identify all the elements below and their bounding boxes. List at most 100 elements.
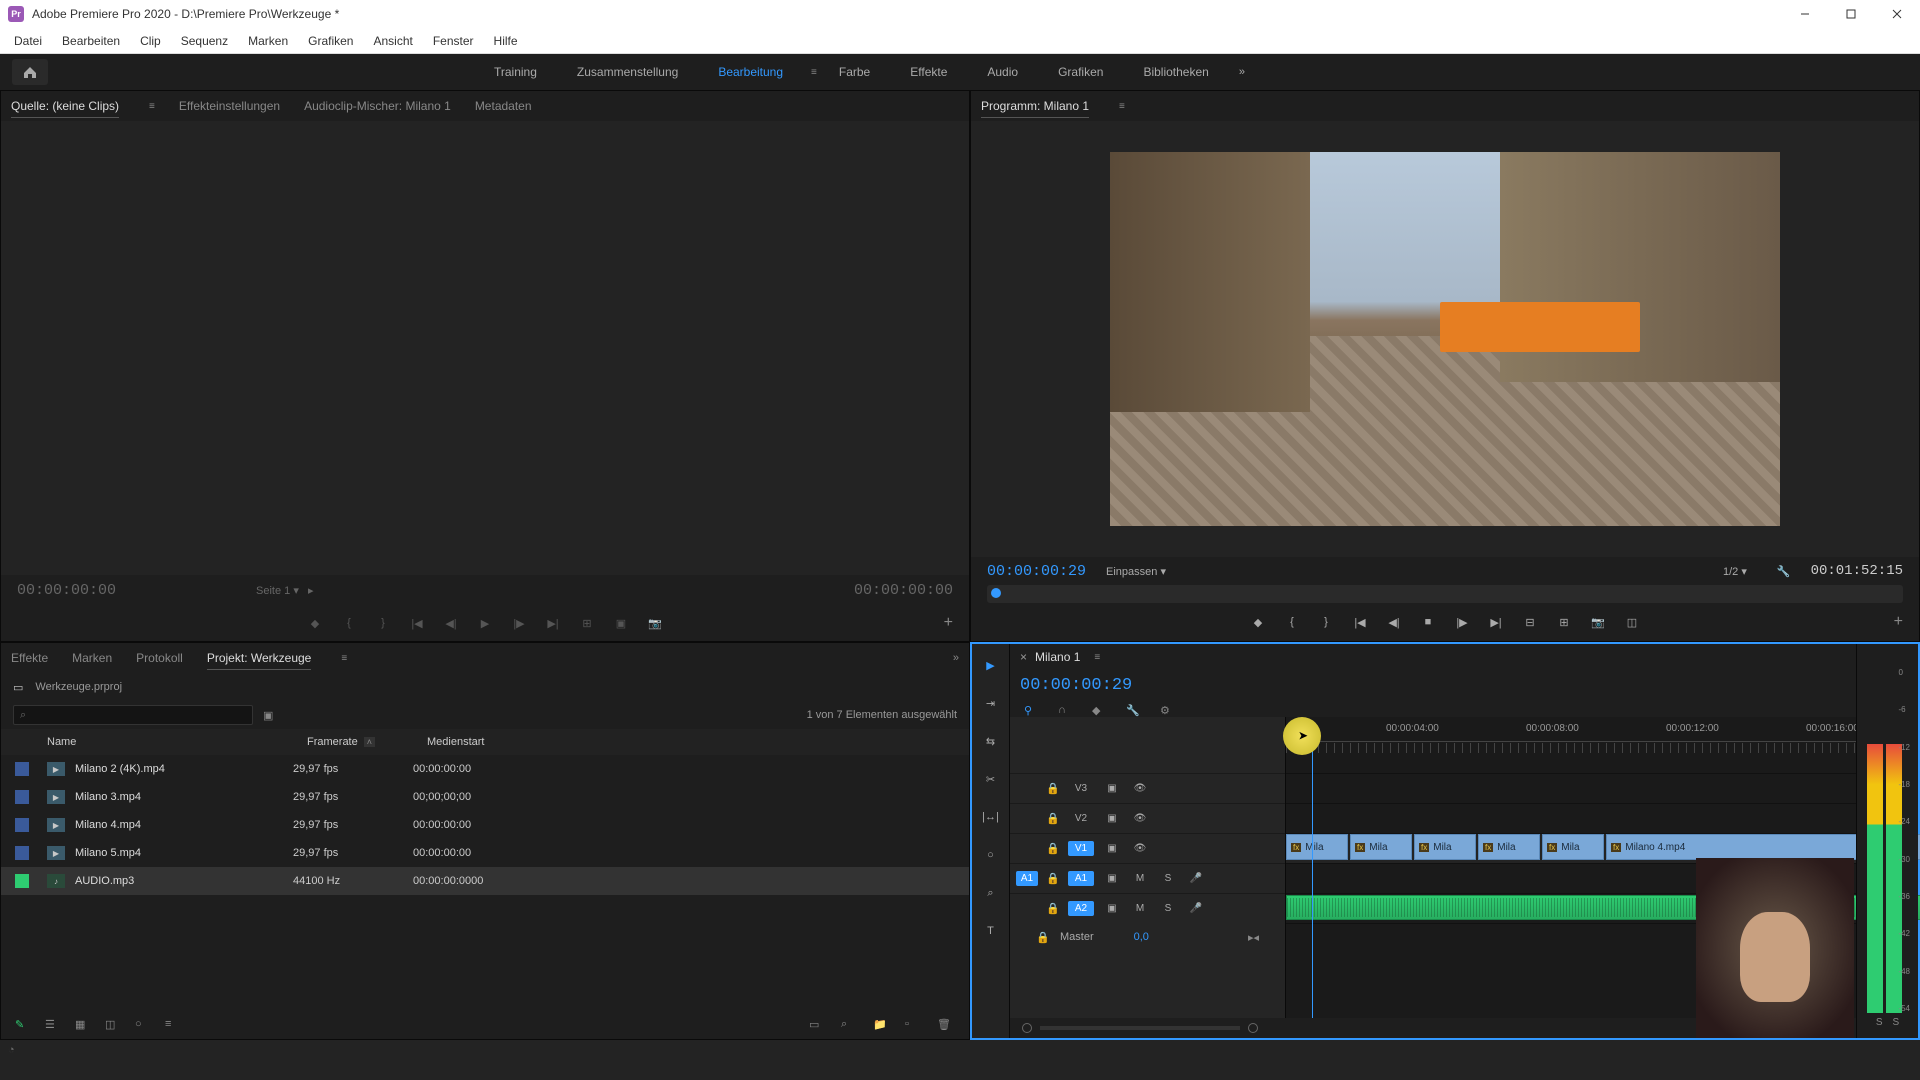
pen-tool-icon[interactable]: ○	[978, 842, 1004, 868]
tl-settings-icon[interactable]: 🔧	[1126, 704, 1142, 717]
tab-history[interactable]: Protokoll	[136, 647, 183, 669]
program-timecode-left[interactable]: 00:00:00:29	[987, 563, 1086, 580]
mute-button[interactable]: M	[1130, 873, 1150, 884]
workspace-libraries[interactable]: Bibliotheken	[1125, 59, 1226, 85]
timeline-clip[interactable]: fxMila	[1414, 834, 1476, 860]
sync-lock-icon[interactable]: ▣	[1102, 843, 1122, 854]
menu-view[interactable]: Ansicht	[363, 30, 422, 52]
column-framerate[interactable]: Framerate˄	[307, 736, 427, 748]
zoom-handle-left[interactable]	[1022, 1023, 1032, 1033]
sync-lock-icon[interactable]: ▣	[1102, 813, 1122, 824]
hand-tool-icon[interactable]: ⌕	[978, 880, 1004, 906]
timeline-clip[interactable]: fxMila	[1478, 834, 1540, 860]
ripple-tool-icon[interactable]: ⇆	[978, 728, 1004, 754]
mute-button[interactable]: M	[1130, 903, 1150, 914]
sync-lock-icon[interactable]: ▣	[1102, 903, 1122, 914]
prog-in-icon[interactable]: {	[1280, 611, 1304, 633]
zoom-slider-icon[interactable]: ○	[135, 1018, 153, 1030]
selection-tool-icon[interactable]: ▶	[978, 652, 1004, 678]
workspace-color[interactable]: Farbe	[821, 59, 888, 85]
prog-go-in-icon[interactable]: |◀	[1348, 611, 1372, 633]
menu-markers[interactable]: Marken	[238, 30, 298, 52]
solo-right-button[interactable]: S	[1893, 1017, 1900, 1028]
lock-icon[interactable]: 🔒	[1046, 782, 1060, 795]
linked-sel-icon[interactable]: ∩	[1058, 704, 1074, 717]
eye-icon[interactable]: 👁	[1130, 813, 1150, 824]
column-mediastart[interactable]: Medienstart	[427, 736, 547, 748]
sort-icon[interactable]: ≡	[165, 1018, 183, 1030]
tl-wrench-icon[interactable]: ⚙	[1160, 704, 1176, 717]
program-monitor[interactable]	[971, 121, 1919, 557]
scrubber-handle[interactable]	[991, 588, 1001, 598]
program-scrubber[interactable]	[987, 585, 1903, 603]
source-fit-dropdown[interactable]: Seite 1 ▾ ▸	[256, 584, 314, 597]
lock-icon[interactable]: 🔒	[1046, 842, 1060, 855]
in-point-icon[interactable]: {	[337, 612, 361, 634]
list-item[interactable]: ▶ Milano 2 (4K).mp4 29,97 fps 00:00:00:0…	[1, 755, 969, 783]
eye-icon[interactable]: 👁	[1130, 843, 1150, 854]
prog-extract-icon[interactable]: ⊞	[1552, 611, 1576, 633]
tab-program-menu-icon[interactable]: ≡	[1119, 101, 1125, 112]
lock-icon[interactable]: 🔒	[1046, 902, 1060, 915]
list-item[interactable]: ▶ Milano 3.mp4 29,97 fps 00;00;00;00	[1, 783, 969, 811]
tab-project-menu-icon[interactable]: ≡	[341, 653, 347, 664]
workspace-graphics[interactable]: Grafiken	[1040, 59, 1121, 85]
track-header-a2[interactable]: 🔒 A2 ▣ M S 🎤	[1010, 893, 1285, 923]
settings-icon[interactable]: 🔧	[1777, 565, 1791, 578]
lock-icon[interactable]: 🔒	[1036, 931, 1050, 944]
program-resolution-dropdown[interactable]: 1/2 ▾	[1723, 565, 1747, 578]
source-a1[interactable]: A1	[1016, 871, 1038, 886]
timeline-clip[interactable]: fxMila	[1542, 834, 1604, 860]
list-item[interactable]: ▶ Milano 4.mp4 29,97 fps 00:00:00:00	[1, 811, 969, 839]
insert-icon[interactable]: ⊞	[575, 612, 599, 634]
tab-effect-controls[interactable]: Effekteinstellungen	[179, 95, 280, 117]
home-button[interactable]	[12, 59, 48, 85]
tab-project[interactable]: Projekt: Werkzeuge	[207, 647, 312, 670]
program-fit-dropdown[interactable]: Einpassen ▾	[1106, 565, 1166, 578]
delete-icon[interactable]: 🗑	[937, 1018, 955, 1031]
menu-edit[interactable]: Bearbeiten	[52, 30, 130, 52]
workspace-overflow-icon[interactable]: »	[1239, 66, 1245, 78]
new-item-icon[interactable]: ▫	[905, 1018, 923, 1031]
timeline-clip[interactable]: fxMila	[1350, 834, 1412, 860]
column-name[interactable]: Name	[47, 736, 307, 748]
filter-icon[interactable]: ▣	[263, 709, 273, 722]
tab-metadata[interactable]: Metadaten	[475, 95, 532, 117]
tab-source-menu-icon[interactable]: ≡	[149, 101, 155, 112]
menu-help[interactable]: Hilfe	[484, 30, 528, 52]
export-frame-icon[interactable]: 📷	[643, 612, 667, 634]
step-back-icon[interactable]: ◀|	[439, 612, 463, 634]
tab-source[interactable]: Quelle: (keine Clips)	[11, 95, 119, 118]
menu-clip[interactable]: Clip	[130, 30, 171, 52]
solo-button[interactable]: S	[1158, 873, 1178, 884]
out-point-icon[interactable]: }	[371, 612, 395, 634]
sequence-menu-icon[interactable]: ≡	[1094, 652, 1100, 663]
razor-tool-icon[interactable]: ✂	[978, 766, 1004, 792]
lock-icon[interactable]: 🔒	[1046, 872, 1060, 885]
prog-stop-icon[interactable]: ■	[1416, 611, 1440, 633]
prog-compare-icon[interactable]: ◫	[1620, 611, 1644, 633]
prog-marker-icon[interactable]: ◆	[1246, 611, 1270, 633]
timeline-clip[interactable]: fxMila	[1286, 834, 1348, 860]
go-to-in-icon[interactable]: |◀	[405, 612, 429, 634]
freeform-view-icon[interactable]: ◫	[105, 1018, 123, 1031]
slip-tool-icon[interactable]: |↔|	[978, 804, 1004, 830]
prog-lift-icon[interactable]: ⊟	[1518, 611, 1542, 633]
add-button-icon[interactable]: +	[944, 614, 953, 632]
workspace-training[interactable]: Training	[476, 59, 555, 85]
track-header-v1[interactable]: 🔒 V1 ▣ 👁	[1010, 833, 1285, 863]
type-tool-icon[interactable]: T	[978, 918, 1004, 944]
tab-program[interactable]: Programm: Milano 1	[981, 95, 1089, 118]
list-item[interactable]: ♪ AUDIO.mp3 44100 Hz 00:00:00:0000	[1, 867, 969, 895]
prog-out-icon[interactable]: }	[1314, 611, 1338, 633]
workspace-editing-menu-icon[interactable]: ≡	[811, 67, 817, 78]
maximize-button[interactable]	[1836, 2, 1866, 26]
workspace-editing[interactable]: Bearbeitung	[700, 59, 801, 85]
lock-icon[interactable]: 🔒	[1046, 812, 1060, 825]
marker-icon[interactable]: ◆	[303, 612, 327, 634]
track-header-v2[interactable]: 🔒 V2 ▣ 👁	[1010, 803, 1285, 833]
tab-audio-mixer[interactable]: Audioclip-Mischer: Milano 1	[304, 95, 451, 117]
menu-sequence[interactable]: Sequenz	[171, 30, 238, 52]
prog-step-back-icon[interactable]: ◀|	[1382, 611, 1406, 633]
workspace-audio[interactable]: Audio	[969, 59, 1036, 85]
